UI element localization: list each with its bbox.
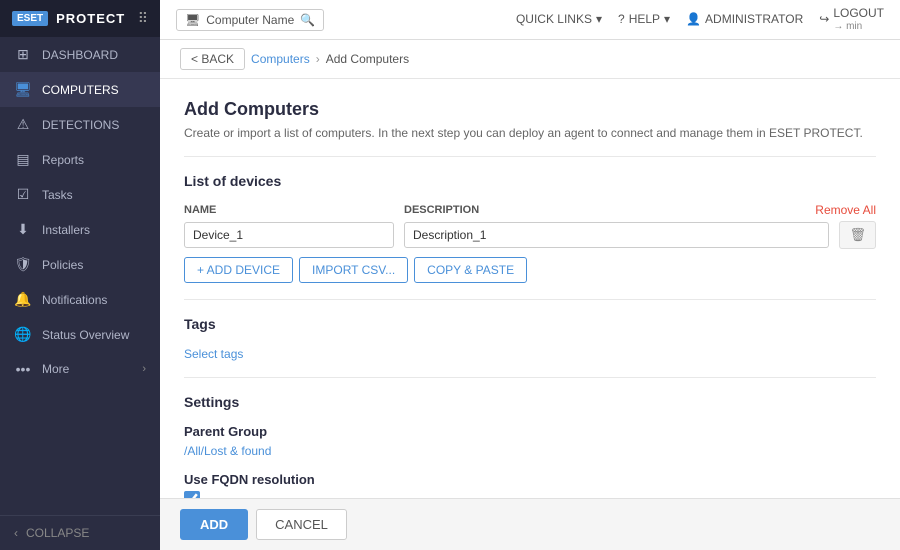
- help-chevron: ▾: [664, 12, 670, 26]
- col-desc-header: DESCRIPTION: [404, 204, 805, 216]
- action-buttons: + ADD DEVICE IMPORT CSV... COPY & PASTE: [184, 257, 876, 283]
- sidebar-item-installers[interactable]: ⬇ Installers: [0, 212, 160, 247]
- add-device-button[interactable]: + ADD DEVICE: [184, 257, 293, 283]
- back-button[interactable]: < BACK: [180, 48, 245, 70]
- footer: ADD CANCEL: [160, 498, 900, 550]
- breadcrumb-parent[interactable]: Computers: [251, 52, 310, 66]
- computer-name-label: Computer Name: [206, 13, 294, 27]
- quick-links-button[interactable]: QUICK LINKS ▾: [516, 12, 602, 26]
- topbar-right: QUICK LINKS ▾ ? HELP ▾ 👤 ADMINISTRATOR ↪…: [516, 6, 884, 32]
- breadcrumb-bar: < BACK Computers › Add Computers: [160, 40, 900, 79]
- sidebar-item-detections[interactable]: ⚠ DETECTIONS: [0, 107, 160, 142]
- logout-sub: → min: [833, 21, 884, 33]
- remove-all-link[interactable]: Remove All: [815, 203, 876, 217]
- sidebar: ESET PROTECT ⠿ ⊞ DASHBOARD 🖥 COMPUTERS ⚠…: [0, 0, 160, 550]
- sidebar-item-status-overview[interactable]: 🌐 Status Overview: [0, 317, 160, 352]
- notifications-icon: 🔔: [14, 291, 32, 308]
- admin-icon: 👤: [686, 12, 701, 26]
- tasks-icon: ☑: [14, 186, 32, 203]
- page-content: Add Computers Create or import a list of…: [160, 79, 900, 498]
- topbar: 🖥 Computer Name 🔍 QUICK LINKS ▾ ? HELP ▾…: [160, 0, 900, 40]
- fqdn-field: Use FQDN resolution: [184, 472, 876, 498]
- quick-links-label: QUICK LINKS: [516, 12, 592, 26]
- sidebar-label-tasks: Tasks: [42, 188, 73, 202]
- sidebar-label-notifications: Notifications: [42, 293, 107, 307]
- breadcrumb-current: Add Computers: [326, 52, 409, 66]
- list-of-devices-title: List of devices: [184, 173, 876, 193]
- sidebar-item-reports[interactable]: ▤ Reports: [0, 142, 160, 177]
- page-description: Create or import a list of computers. In…: [184, 126, 876, 140]
- fqdn-label: Use FQDN resolution: [184, 472, 876, 487]
- dashboard-icon: ⊞: [14, 46, 32, 63]
- cancel-button[interactable]: CANCEL: [256, 509, 347, 540]
- logout-button[interactable]: ↪ LOGOUT → min: [819, 6, 884, 32]
- delete-device-button[interactable]: 🗑: [839, 221, 876, 249]
- main-area: 🖥 Computer Name 🔍 QUICK LINKS ▾ ? HELP ▾…: [160, 0, 900, 550]
- col-name-header: NAME: [184, 204, 394, 216]
- sidebar-item-policies[interactable]: 🛡 Policies: [0, 247, 160, 282]
- sidebar-label-dashboard: DASHBOARD: [42, 48, 118, 62]
- logo-abbr: ESET: [12, 11, 48, 26]
- admin-label: ADMINISTRATOR: [705, 12, 803, 26]
- sidebar-label-more: More: [42, 362, 69, 376]
- sidebar-label-computers: COMPUTERS: [42, 83, 119, 97]
- logout-label: LOGOUT: [833, 6, 884, 20]
- sidebar-item-more[interactable]: ••• More ›: [0, 352, 160, 386]
- sidebar-nav: ⊞ DASHBOARD 🖥 COMPUTERS ⚠ DETECTIONS ▤ R…: [0, 37, 160, 515]
- settings-title: Settings: [184, 394, 876, 414]
- select-tags-link[interactable]: Select tags: [184, 347, 243, 361]
- policies-icon: 🛡: [14, 256, 32, 273]
- sidebar-item-dashboard[interactable]: ⊞ DASHBOARD: [0, 37, 160, 72]
- sidebar-item-tasks[interactable]: ☑ Tasks: [0, 177, 160, 212]
- logout-icon: ↪: [819, 12, 829, 26]
- grid-icon[interactable]: ⠿: [138, 10, 148, 27]
- sidebar-label-policies: Policies: [42, 258, 83, 272]
- parent-group-value[interactable]: /All/Lost & found: [184, 444, 271, 458]
- logo-bar: ESET PROTECT ⠿: [0, 0, 160, 37]
- parent-group-field: Parent Group /All/Lost & found: [184, 424, 876, 458]
- sidebar-label-status: Status Overview: [42, 328, 129, 342]
- fqdn-checkbox[interactable]: [184, 491, 200, 498]
- device-name-input[interactable]: [184, 222, 394, 248]
- device-row: 🗑: [184, 221, 876, 249]
- parent-group-label: Parent Group: [184, 424, 876, 439]
- more-icon: •••: [14, 361, 32, 377]
- content-area: < BACK Computers › Add Computers Add Com…: [160, 40, 900, 498]
- add-button[interactable]: ADD: [180, 509, 248, 540]
- breadcrumb-separator: ›: [316, 52, 320, 66]
- collapse-icon: ‹: [14, 526, 18, 540]
- search-icon: 🔍: [300, 13, 315, 27]
- sidebar-item-notifications[interactable]: 🔔 Notifications: [0, 282, 160, 317]
- detections-icon: ⚠: [14, 116, 32, 133]
- import-csv-button[interactable]: IMPORT CSV...: [299, 257, 408, 283]
- help-button[interactable]: ? HELP ▾: [618, 12, 670, 26]
- computer-name-search[interactable]: 🖥 Computer Name 🔍: [176, 9, 324, 31]
- device-description-input[interactable]: [404, 222, 829, 248]
- tags-title: Tags: [184, 316, 876, 336]
- sidebar-label-reports: Reports: [42, 153, 84, 167]
- copy-paste-button[interactable]: COPY & PASTE: [414, 257, 527, 283]
- computers-icon: 🖥: [14, 81, 32, 98]
- chevron-right-icon: ›: [142, 363, 146, 375]
- sidebar-label-detections: DETECTIONS: [42, 118, 119, 132]
- sidebar-item-computers[interactable]: 🖥 COMPUTERS: [0, 72, 160, 107]
- reports-icon: ▤: [14, 151, 32, 168]
- installers-icon: ⬇: [14, 221, 32, 238]
- monitor-icon: 🖥: [185, 13, 200, 27]
- quick-links-chevron: ▾: [596, 12, 602, 26]
- page-title: Add Computers: [184, 99, 876, 120]
- logo-text: PROTECT: [56, 11, 125, 26]
- sidebar-label-installers: Installers: [42, 223, 90, 237]
- collapse-label: COLLAPSE: [26, 526, 89, 540]
- administrator-button[interactable]: 👤 ADMINISTRATOR: [686, 12, 803, 26]
- help-label: HELP: [629, 12, 660, 26]
- device-table-header: NAME DESCRIPTION Remove All: [184, 203, 876, 217]
- fqdn-checkbox-wrapper: [184, 491, 876, 498]
- status-icon: 🌐: [14, 326, 32, 343]
- help-icon: ?: [618, 12, 625, 26]
- collapse-button[interactable]: ‹ COLLAPSE: [0, 515, 160, 550]
